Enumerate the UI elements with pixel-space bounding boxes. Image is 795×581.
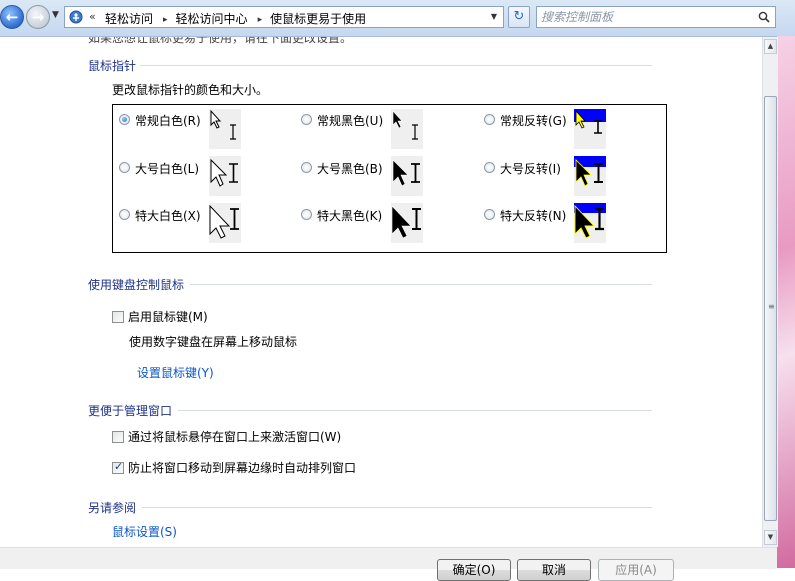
pointer-preview-regular-inverted	[574, 109, 606, 149]
search-icon[interactable]	[758, 11, 770, 23]
pointer-preview-large-white	[209, 156, 241, 196]
option-label: 大号黑色(B)	[317, 162, 383, 176]
pointer-preview-regular-black	[391, 109, 423, 149]
radio-button[interactable]	[484, 209, 495, 220]
text-cursor-icon	[230, 124, 236, 140]
pointer-preview-large-inverted	[574, 156, 606, 196]
option-label: 大号反转(I)	[500, 162, 561, 176]
breadcrumb-separator-icon[interactable]: ▸	[258, 15, 263, 25]
mouse-keys-description: 使用数字键盘在屏幕上移动鼠标	[129, 335, 298, 349]
intro-text: 如果您想让鼠标更易于使用，请在下面更改设置。	[88, 37, 353, 45]
hover-activate-checkbox[interactable]	[112, 431, 124, 443]
scroll-down-button[interactable]: ▼	[764, 530, 777, 545]
text-cursor-icon	[411, 163, 420, 183]
recent-pages-dropdown[interactable]: ▼	[52, 10, 59, 20]
breadcrumb-item-mouse-easier[interactable]: 使鼠标更易于使用	[270, 10, 366, 27]
forward-button[interactable]: →	[26, 5, 50, 29]
arrow-cursor-icon	[392, 159, 409, 187]
text-cursor-icon	[230, 208, 239, 230]
radio-button[interactable]	[119, 114, 130, 125]
address-toolbar: ← → ▼ « 轻松访问 ▸ 轻松访问中心 ▸ 使鼠标更易于使用 ▼ ↻	[0, 0, 795, 37]
breadcrumb: 轻松访问 ▸ 轻松访问中心 ▸ 使鼠标更易于使用	[105, 10, 366, 27]
desktop-background-strip	[777, 36, 795, 568]
radio-button[interactable]	[119, 162, 130, 173]
refresh-icon: ↻	[513, 9, 525, 24]
refresh-button[interactable]: ↻	[508, 6, 530, 28]
divider	[190, 284, 652, 285]
back-button[interactable]: ←	[0, 5, 24, 29]
section-title-keyboard-mouse: 使用键盘控制鼠标	[88, 278, 185, 292]
arrow-cursor-icon	[391, 205, 412, 239]
pointer-preview-extra-black	[391, 203, 423, 243]
text-cursor-icon	[412, 208, 421, 230]
prevent-arrange-checkbox[interactable]	[112, 460, 124, 474]
breadcrumb-separator-icon[interactable]: ▸	[163, 15, 168, 25]
radio-button[interactable]	[484, 162, 495, 173]
pointer-scheme-group: 常规白色(R) 常规黑色(U) 常规反转(G) 大号白色(L) 大号黑色(B) …	[112, 104, 667, 253]
chevron-up-icon: ▲	[767, 42, 774, 50]
radio-button[interactable]	[301, 114, 312, 125]
section-title-manage-windows: 更便于管理窗口	[88, 404, 173, 418]
radio-button[interactable]	[119, 209, 130, 220]
text-cursor-icon	[594, 120, 602, 134]
arrow-cursor-icon	[209, 204, 231, 239]
section-title-see-also: 另请参阅	[88, 501, 137, 515]
scroll-up-button[interactable]: ▲	[764, 39, 777, 54]
option-label: 常规白色(R)	[135, 114, 201, 128]
text-cursor-icon	[229, 163, 238, 183]
hover-activate-label[interactable]: 通过将鼠标悬停在窗口上来激活窗口(W)	[128, 428, 341, 445]
pointer-preview-extra-white	[209, 203, 241, 243]
scrollbar-thumb[interactable]: ≡	[764, 96, 777, 521]
option-label: 常规黑色(U)	[317, 114, 384, 128]
vertical-scrollbar[interactable]: ▲ ≡ ▼	[762, 37, 778, 547]
address-bar[interactable]: « 轻松访问 ▸ 轻松访问中心 ▸ 使鼠标更易于使用 ▼	[64, 6, 504, 28]
pointer-preview-extra-inverted	[574, 203, 606, 243]
mouse-keys-checkbox[interactable]	[112, 311, 124, 323]
option-label: 特大反转(N)	[500, 209, 567, 223]
chevron-down-icon: ▼	[767, 533, 774, 541]
radio-button[interactable]	[301, 162, 312, 173]
option-label: 特大白色(X)	[135, 209, 201, 223]
arrow-cursor-icon	[392, 110, 403, 129]
arrow-left-icon: ←	[5, 8, 19, 26]
divider	[140, 65, 652, 66]
dialog-button-bar: 确定(O) 取消 应用(A)	[0, 547, 777, 581]
breadcrumb-item-ease-of-access[interactable]: 轻松访问	[105, 10, 153, 27]
apply-button[interactable]: 应用(A)	[598, 559, 674, 581]
breadcrumb-overflow-chevron[interactable]: «	[89, 10, 96, 23]
arrow-right-icon: →	[31, 8, 45, 26]
option-label: 特大黑色(K)	[317, 209, 383, 223]
section-title-mouse-pointers: 鼠标指针	[88, 59, 137, 73]
mouse-settings-link[interactable]: 鼠标设置(S)	[112, 523, 177, 540]
pointers-description: 更改鼠标指针的颜色和大小。	[112, 83, 269, 97]
divider	[178, 410, 652, 411]
pointer-preview-large-black	[391, 156, 423, 196]
arrow-cursor-icon	[210, 158, 228, 187]
radio-button[interactable]	[484, 114, 495, 125]
pointer-preview-regular-white	[209, 109, 241, 149]
divider	[142, 507, 652, 508]
settings-content: 如果您想让鼠标更易于使用，请在下面更改设置。 鼠标指针 更改鼠标指针的颜色和大小…	[0, 37, 762, 547]
setup-mouse-keys-link[interactable]: 设置鼠标键(Y)	[137, 364, 214, 381]
address-dropdown-icon[interactable]: ▼	[491, 12, 497, 21]
grip-icon: ≡	[768, 302, 775, 311]
search-box[interactable]	[536, 6, 776, 28]
search-input[interactable]	[541, 9, 751, 25]
cancel-button[interactable]: 取消	[517, 559, 591, 581]
arrow-cursor-icon	[210, 109, 222, 129]
option-label: 常规反转(G)	[500, 114, 567, 128]
text-cursor-icon	[412, 124, 418, 140]
prevent-arrange-label[interactable]: 防止将窗口移动到屏幕边缘时自动排列窗口	[128, 459, 356, 476]
option-label: 大号白色(L)	[135, 162, 200, 176]
ok-button[interactable]: 确定(O)	[437, 559, 511, 581]
breadcrumb-item-ease-of-access-center[interactable]: 轻松访问中心	[176, 10, 248, 27]
radio-button[interactable]	[301, 209, 312, 220]
mouse-keys-label[interactable]: 启用鼠标键(M)	[128, 308, 208, 325]
control-panel-icon	[69, 10, 83, 24]
